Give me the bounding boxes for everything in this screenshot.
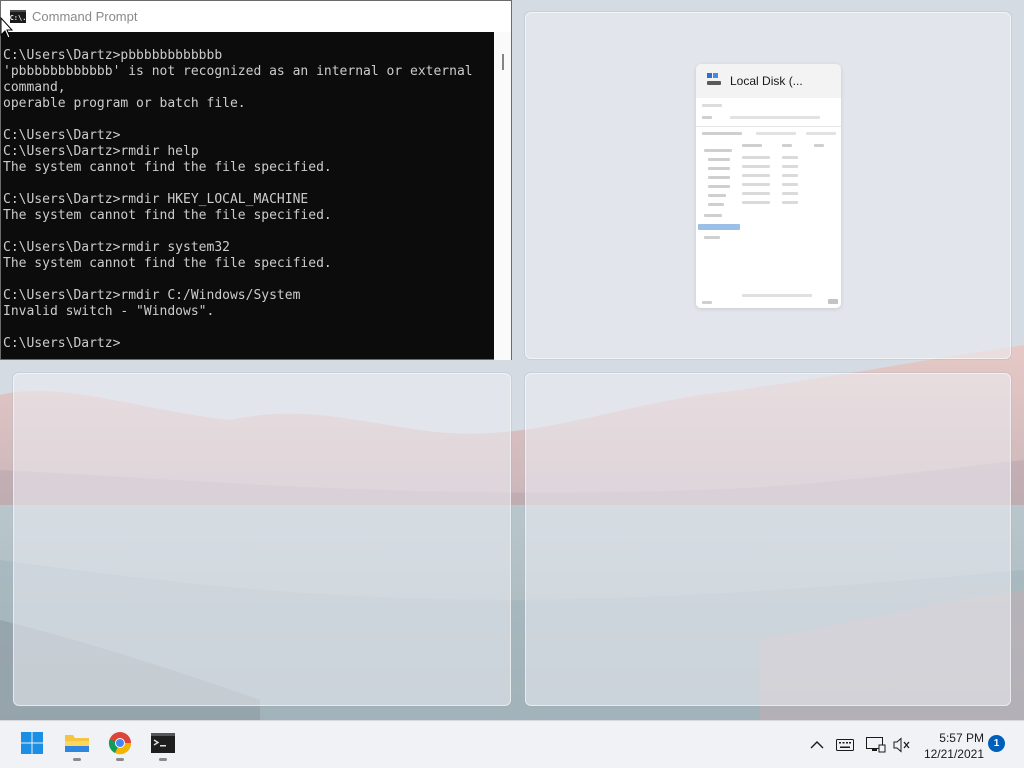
thumbnail-preview: [696, 98, 841, 308]
command-prompt-taskbar-button[interactable]: [146, 728, 180, 762]
volume-muted-icon[interactable]: [892, 735, 912, 755]
console-line: The system cannot find the file specifie…: [3, 208, 332, 223]
console-line: C:\Users\Dartz>rmdir C:/Windows/System: [3, 288, 301, 303]
command-prompt-window[interactable]: C:\. Command Prompt C:\Users\Dartz>pbbbb…: [0, 0, 512, 360]
vertical-scrollbar[interactable]: [494, 32, 511, 360]
notification-count-badge[interactable]: 1: [988, 735, 1005, 752]
console-line: C:\Users\Dartz>rmdir help: [3, 144, 199, 159]
drive-icon: [706, 72, 722, 91]
show-hidden-icons-chevron-icon[interactable]: [807, 735, 827, 755]
console-line: operable program or batch file.: [3, 96, 246, 111]
running-indicator: [116, 758, 124, 761]
thumbnail-title: Local Disk (...: [730, 74, 803, 88]
scrollbar-thumb[interactable]: [502, 54, 504, 70]
console-line: 'pbbbbbbbbbbbb' is not recognized as an …: [3, 64, 473, 79]
console-line: C:\Users\Dartz>: [3, 336, 121, 351]
taskbar: 5:57 PM 12/21/2021: [0, 720, 1024, 768]
chrome-icon: [108, 731, 132, 760]
mouse-cursor-icon: [0, 16, 14, 39]
clock-date: 12/21/2021: [923, 747, 984, 761]
clock[interactable]: 5:57 PM 12/21/2021: [924, 730, 984, 762]
keyboard-icon[interactable]: [835, 735, 855, 755]
folder-icon: [64, 732, 90, 759]
network-icon[interactable]: [866, 735, 886, 755]
console-line: C:\Users\Dartz>rmdir system32: [3, 240, 230, 255]
console-line: C:\Users\Dartz>pbbbbbbbbbbbb: [3, 48, 223, 63]
snap-zone-bottom-left[interactable]: [13, 373, 511, 706]
console-line: The system cannot find the file specifie…: [3, 160, 332, 175]
console-line: command,: [3, 80, 66, 95]
running-indicator: [73, 758, 81, 761]
thumbnail-header: Local Disk (...: [696, 64, 841, 98]
console-line: The system cannot find the file specifie…: [3, 256, 332, 271]
console-line: Invalid switch - "Windows".: [3, 304, 215, 319]
chrome-taskbar-button[interactable]: [103, 728, 137, 762]
console-output[interactable]: C:\Users\Dartz>pbbbbbbbbbbbb'pbbbbbbbbbb…: [1, 32, 495, 360]
file-explorer-thumbnail[interactable]: Local Disk (...: [696, 64, 841, 308]
running-indicator: [159, 758, 167, 761]
window-titlebar[interactable]: C:\. Command Prompt: [1, 1, 511, 32]
terminal-icon: [151, 732, 175, 758]
file-explorer-taskbar-button[interactable]: [60, 728, 94, 762]
start-button[interactable]: [15, 728, 49, 762]
clock-time: 5:57 PM: [939, 731, 984, 745]
window-title: Command Prompt: [32, 9, 138, 24]
windows-logo-icon: [20, 731, 44, 760]
snap-zone-bottom-right[interactable]: [525, 373, 1011, 706]
console-line: C:\Users\Dartz>rmdir HKEY_LOCAL_MACHINE: [3, 192, 309, 207]
console-line: C:\Users\Dartz>: [3, 128, 121, 143]
